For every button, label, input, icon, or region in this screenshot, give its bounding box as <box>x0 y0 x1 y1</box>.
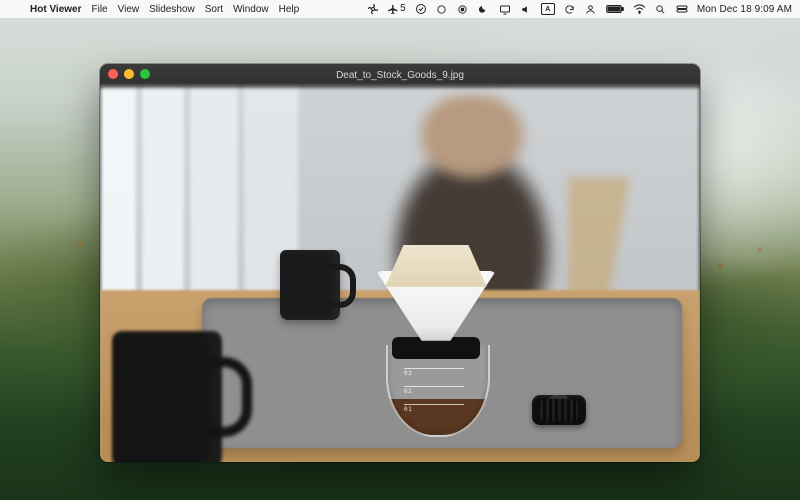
wifi-icon[interactable] <box>633 3 646 15</box>
close-button[interactable] <box>108 69 118 79</box>
circle-status-icon[interactable] <box>436 3 448 15</box>
spotlight-icon[interactable] <box>655 3 667 15</box>
record-icon[interactable] <box>457 3 469 15</box>
window-titlebar[interactable]: Deat_to_Stock_Goods_9.jpg <box>100 64 700 87</box>
volume-icon[interactable] <box>520 3 532 15</box>
sync-icon[interactable] <box>564 3 576 15</box>
image-viewer-window[interactable]: Deat_to_Stock_Goods_9.jpg 03 02 01 <box>100 64 700 462</box>
photo-pourover: 03 02 01 <box>376 317 496 437</box>
menu-slideshow[interactable]: Slideshow <box>149 4 195 15</box>
photo-mug-back <box>280 250 340 320</box>
zoom-button[interactable] <box>140 69 150 79</box>
macos-menubar: Hot Viewer File View Slideshow Sort Wind… <box>0 0 800 18</box>
window-title: Deat_to_Stock_Goods_9.jpg <box>100 70 700 81</box>
photo-lens-cap <box>532 395 586 425</box>
fan-control-icon[interactable] <box>367 3 379 15</box>
airplane-mode-icon[interactable]: 5 <box>388 3 406 15</box>
task-check-icon[interactable] <box>415 3 427 15</box>
menubar-datetime[interactable]: Mon Dec 18 9:09 AM <box>697 4 792 15</box>
app-name[interactable]: Hot Viewer <box>30 4 82 15</box>
menu-file[interactable]: File <box>92 4 108 15</box>
apple-menu-icon[interactable] <box>8 3 20 15</box>
menu-sort[interactable]: Sort <box>205 4 223 15</box>
display-icon[interactable] <box>499 3 511 15</box>
image-viewport[interactable]: 03 02 01 <box>100 87 700 462</box>
user-icon[interactable] <box>585 3 597 15</box>
minimize-button[interactable] <box>124 69 134 79</box>
photo-mug-front <box>112 331 222 462</box>
control-center-icon[interactable] <box>676 3 688 15</box>
window-traffic-lights <box>108 69 150 79</box>
flight-count: 5 <box>400 4 406 14</box>
menu-window[interactable]: Window <box>233 4 269 15</box>
menu-help[interactable]: Help <box>279 4 300 15</box>
menu-view[interactable]: View <box>118 4 140 15</box>
crescent-icon[interactable] <box>478 3 490 15</box>
input-source-icon[interactable]: A <box>541 3 555 15</box>
battery-icon[interactable] <box>606 3 624 15</box>
